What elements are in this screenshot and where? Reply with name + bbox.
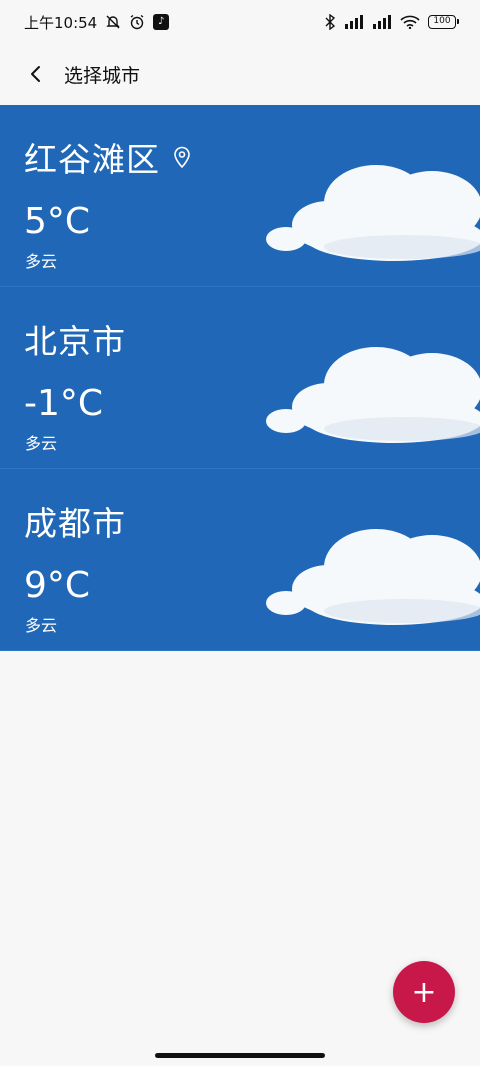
city-name: 红谷滩区 [24,140,160,179]
add-city-button[interactable]: + [393,961,455,1023]
alarm-icon [129,14,145,30]
signal-icon [372,15,392,29]
city-temperature: 9°C [24,565,91,606]
city-condition: 多云 [25,616,58,635]
cloud-icon [266,165,480,261]
page-title: 选择城市 [64,64,141,87]
battery-icon: 100 [428,15,459,29]
city-name: 成都市 [24,504,126,543]
tiktok-icon: ♪ [153,14,170,30]
status-bar: 上午10:54 ♪ 100 [0,0,480,44]
city-card[interactable]: 北京市 -1°C 多云 [0,287,480,469]
city-temperature: 5°C [24,201,91,242]
wifi-icon [400,15,420,29]
status-time: 上午10:54 [24,13,98,32]
cloud-icon [266,347,480,443]
city-name: 北京市 [24,322,126,361]
status-right: 100 [324,14,459,30]
signal-icon [344,15,364,29]
city-condition: 多云 [25,252,58,271]
bluetooth-icon [324,14,336,30]
city-temperature: -1°C [24,383,104,424]
city-condition: 多云 [25,434,58,453]
home-indicator[interactable] [155,1053,325,1058]
mute-icon [105,14,121,30]
header: 选择城市 [0,46,480,102]
city-name-row: 成都市 [24,497,126,545]
status-left: 上午10:54 ♪ [24,12,170,33]
city-name-row: 红谷滩区 [24,133,192,181]
city-card[interactable]: 红谷滩区 5°C 多云 [0,105,480,287]
chevron-left-icon [31,66,40,82]
back-button[interactable] [14,52,58,96]
city-name-row: 北京市 [24,315,126,363]
city-card[interactable]: 成都市 9°C 多云 [0,469,480,651]
city-list: 红谷滩区 5°C 多云 北京市 -1°C 多云 成都市 9°C 多云 [0,105,480,651]
location-pin-icon [174,146,190,169]
cloud-icon [266,529,480,625]
